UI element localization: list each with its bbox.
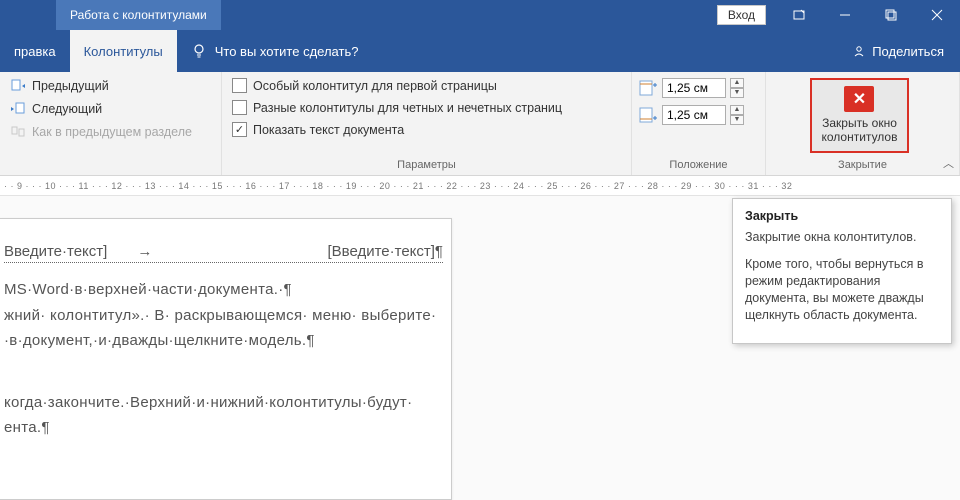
different-first-page-checkbox[interactable]: Особый колонтитул для первой страницы — [228, 76, 625, 95]
checkbox-icon — [232, 78, 247, 93]
header-field-left[interactable]: Введите·текст] — [4, 243, 107, 260]
link-to-previous-button: Как в предыдущем разделе — [6, 122, 215, 142]
title-bar: Работа с колонтитулами Вход — [0, 0, 960, 30]
tooltip-title: Закрыть — [745, 209, 939, 223]
body-text-line: MS·Word·в·верхней·части·документа.·¶ — [4, 277, 443, 303]
previous-icon — [10, 78, 26, 94]
tooltip: Закрыть Закрытие окна колонтитулов. Кром… — [732, 198, 952, 344]
close-x-icon: ✕ — [844, 86, 874, 112]
close-header-footer-button[interactable]: ✕ Закрыть окно колонтитулов — [810, 78, 910, 153]
ribbon-group-position: ▲▼ ▲▼ Положение — [632, 72, 766, 175]
ribbon-group-options: Особый колонтитул для первой страницы Ра… — [222, 72, 632, 175]
body-text-line: жний· колонтитул».· В· раскрывающемся· м… — [4, 303, 443, 329]
different-odd-even-label: Разные колонтитулы для четных и нечетных… — [253, 101, 562, 115]
ribbon-tabs: правка Колонтитулы Что вы хотите сделать… — [0, 30, 960, 72]
contextual-tab-label: Работа с колонтитулами — [56, 0, 221, 30]
header-from-top-input[interactable] — [662, 78, 726, 98]
tab-character: → — [137, 243, 152, 260]
window-close-icon[interactable] — [914, 0, 960, 30]
share-label: Поделиться — [872, 44, 944, 59]
close-button-label-1: Закрыть окно — [822, 116, 898, 130]
footer-from-bottom-spinner[interactable]: ▲▼ — [638, 105, 759, 125]
ribbon-group-navigation: Предыдущий Следующий Как в предыдущем ра… — [0, 72, 222, 175]
tooltip-text: Кроме того, чтобы вернуться в режим реда… — [745, 256, 939, 324]
sign-in-button[interactable]: Вход — [717, 5, 766, 25]
group-label-close: Закрытие — [772, 157, 953, 175]
ribbon-display-options-icon[interactable] — [776, 0, 822, 30]
group-label-position: Положение — [638, 157, 759, 175]
ribbon-group-close: ✕ Закрыть окно колонтитулов Закрытие — [766, 72, 960, 175]
ribbon: Предыдущий Следующий Как в предыдущем ра… — [0, 72, 960, 176]
group-label-options: Параметры — [228, 157, 625, 175]
previous-section-label: Предыдущий — [32, 79, 109, 93]
body-text-line: ·в·документ,·и·дважды·щелкните·модель.¶ — [4, 328, 443, 354]
horizontal-ruler[interactable]: · · 9 · · · 10 · · · 11 · · · 12 · · · 1… — [0, 176, 960, 196]
header-from-top-spinner[interactable]: ▲▼ — [638, 78, 759, 98]
previous-section-button[interactable]: Предыдущий — [6, 76, 215, 96]
close-button-label-2: колонтитулов — [822, 130, 898, 144]
tooltip-text: Закрытие окна колонтитулов. — [745, 229, 939, 246]
share-button[interactable]: Поделиться — [836, 30, 960, 72]
header-field-right[interactable]: [Введите·текст]¶ — [327, 243, 443, 260]
tell-me-placeholder: Что вы хотите сделать? — [215, 44, 359, 59]
tab-edit[interactable]: правка — [0, 30, 70, 72]
spinner-buttons[interactable]: ▲▼ — [730, 105, 744, 125]
header-position-icon — [638, 80, 658, 96]
checkbox-icon — [232, 100, 247, 115]
show-document-text-checkbox[interactable]: ✓ Показать текст документа — [228, 120, 625, 139]
next-icon — [10, 101, 26, 117]
footer-position-icon — [638, 107, 658, 123]
lightbulb-icon — [191, 43, 207, 59]
show-document-text-label: Показать текст документа — [253, 123, 404, 137]
next-section-button[interactable]: Следующий — [6, 99, 215, 119]
header-fields-row[interactable]: Введите·текст] → [Введите·текст]¶ — [4, 243, 443, 263]
different-first-page-label: Особый колонтитул для первой страницы — [253, 79, 497, 93]
footer-from-bottom-input[interactable] — [662, 105, 726, 125]
maximize-icon[interactable] — [868, 0, 914, 30]
group-label — [6, 157, 215, 175]
next-section-label: Следующий — [32, 102, 102, 116]
share-icon — [852, 44, 866, 58]
body-text-line: когда·закончите.·Верхний·и·нижний·колонт… — [4, 390, 443, 416]
minimize-icon[interactable] — [822, 0, 868, 30]
body-text-line: ента.¶ — [4, 415, 443, 441]
tell-me-search[interactable]: Что вы хотите сделать? — [177, 30, 373, 72]
page[interactable]: Введите·текст] → [Введите·текст]¶ MS·Wor… — [0, 218, 452, 500]
checkbox-checked-icon: ✓ — [232, 122, 247, 137]
link-to-previous-label: Как в предыдущем разделе — [32, 125, 192, 139]
spinner-buttons[interactable]: ▲▼ — [730, 78, 744, 98]
tab-header-footer[interactable]: Колонтитулы — [70, 30, 177, 72]
different-odd-even-checkbox[interactable]: Разные колонтитулы для четных и нечетных… — [228, 98, 625, 117]
collapse-ribbon-icon[interactable]: ︿ — [943, 155, 954, 171]
link-previous-icon — [10, 124, 26, 140]
